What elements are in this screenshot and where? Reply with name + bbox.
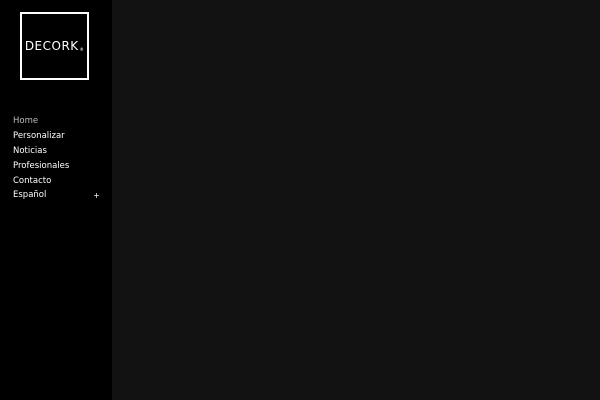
nav-item-label: Personalizar [13, 131, 65, 142]
nav-item-label: Home [13, 116, 39, 127]
nav-item-label: Profesionales [13, 160, 70, 171]
logo-link[interactable]: DECORK® [20, 12, 89, 80]
main-content [112, 0, 600, 400]
logo-text: DECORK [24, 39, 79, 53]
nav-item-label: Contacto [13, 175, 52, 186]
sidebar: DECORK® Home Personalizar Noticias Profe… [0, 0, 112, 400]
nav-item-language[interactable]: Español + [13, 188, 103, 203]
nav-item-contacto[interactable]: Contacto [13, 173, 103, 188]
expand-plus-icon[interactable]: + [93, 191, 100, 200]
nav-item-noticias[interactable]: Noticias [13, 144, 103, 159]
logo-registered-mark: ® [79, 47, 85, 52]
logo-wordmark: DECORK® [25, 39, 84, 53]
page: DECORK® Home Personalizar Noticias Profe… [0, 0, 600, 400]
main-nav: Home Personalizar Noticias Profesionales… [13, 114, 103, 203]
language-label: Español [13, 190, 47, 201]
nav-item-label: Noticias [13, 145, 47, 156]
nav-item-profesionales[interactable]: Profesionales [13, 158, 103, 173]
nav-item-personalizar[interactable]: Personalizar [13, 129, 103, 144]
nav-item-home[interactable]: Home [13, 114, 103, 129]
